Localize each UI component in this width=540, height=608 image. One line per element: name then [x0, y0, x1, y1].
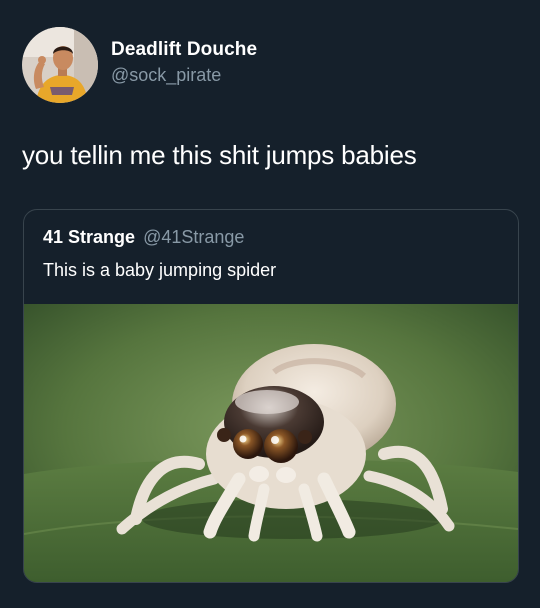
quoted-tweet-image[interactable] [24, 304, 518, 582]
quoted-author-name[interactable]: 41 Strange [43, 227, 135, 247]
baby-jumping-spider-photo-icon [24, 304, 518, 582]
tweet-text: you tellin me this shit jumps babies [22, 140, 417, 170]
quoted-author-handle[interactable]: @41Strange [143, 227, 244, 247]
author-name[interactable]: Deadlift Douche [111, 39, 257, 61]
tweet: Deadlift Douche @sock_pirate you tellin … [0, 0, 540, 608]
person-avatar-icon [22, 27, 98, 103]
quoted-tweet-card[interactable]: 41 Strange @41Strange This is a baby jum… [23, 209, 519, 583]
author-handle[interactable]: @sock_pirate [111, 65, 221, 86]
quoted-tweet-text: This is a baby jumping spider [43, 260, 277, 280]
quoted-tweet-header: 41 Strange @41Strange [43, 227, 244, 248]
author-avatar[interactable] [22, 27, 98, 103]
